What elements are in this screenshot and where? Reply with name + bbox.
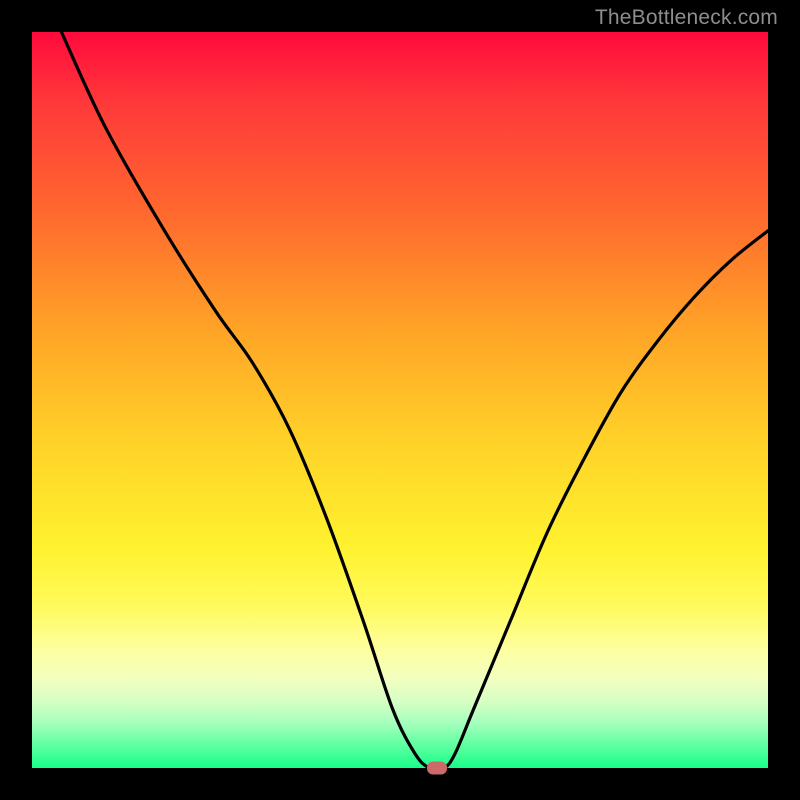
chart-frame: TheBottleneck.com xyxy=(0,0,800,800)
watermark-text: TheBottleneck.com xyxy=(595,6,778,30)
plot-area xyxy=(32,32,768,768)
min-marker xyxy=(427,762,447,775)
bottleneck-curve xyxy=(61,32,768,770)
curve-svg xyxy=(32,32,768,768)
